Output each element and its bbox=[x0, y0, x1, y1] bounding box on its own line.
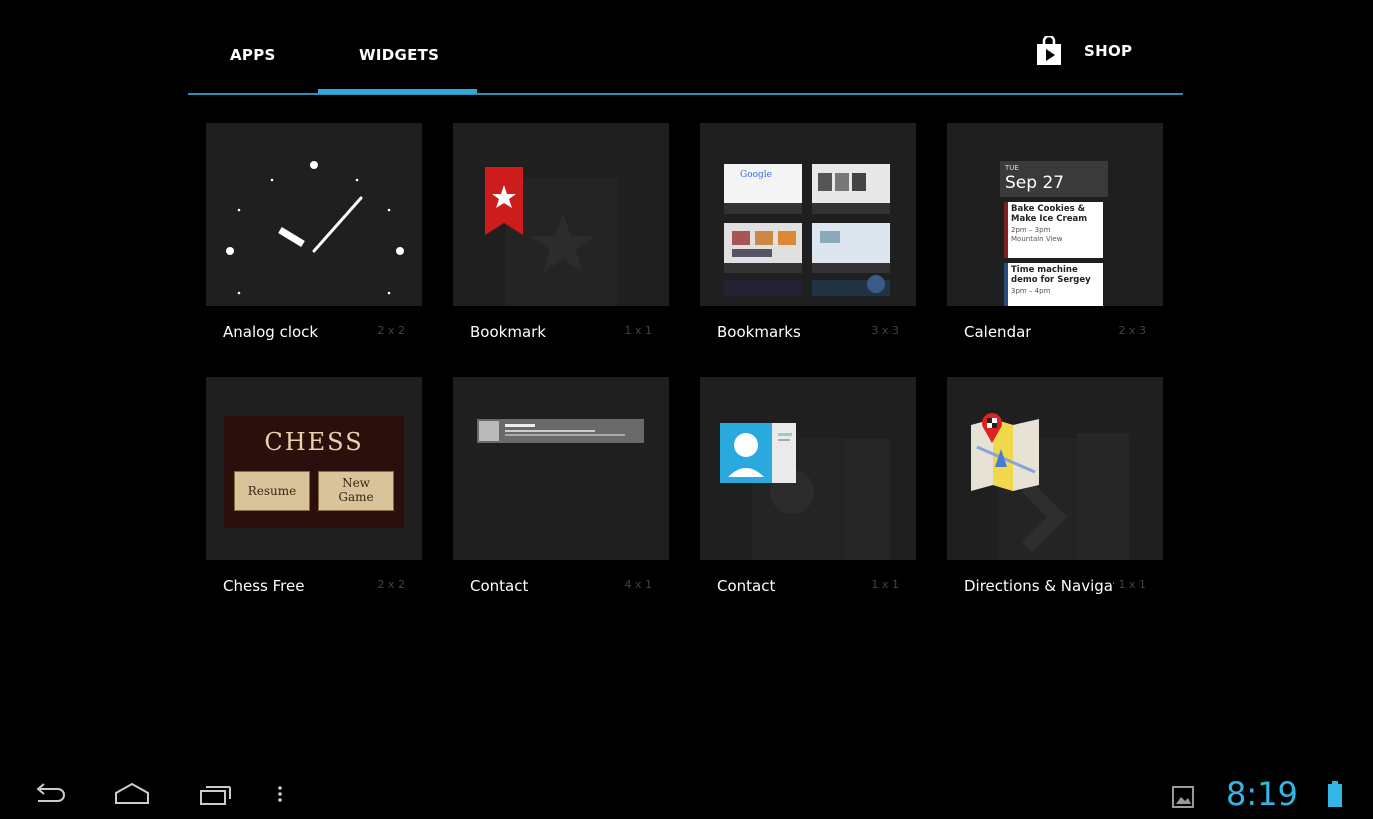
widget-directions-navigation[interactable]: Directions & Navigation 1 x 1 bbox=[947, 377, 1163, 614]
calendar-header: TUE Sep 27 bbox=[1000, 161, 1108, 197]
calendar-date: Sep 27 bbox=[1005, 173, 1065, 193]
contact-card-icon bbox=[720, 423, 890, 560]
chess-title: CHESS bbox=[264, 428, 364, 456]
widget-contact-4x1[interactable]: Contact 4 x 1 bbox=[453, 377, 669, 614]
widget-size: 1 x 1 bbox=[624, 324, 653, 337]
widget-size: 2 x 3 bbox=[1118, 324, 1147, 337]
widget-preview bbox=[947, 377, 1163, 560]
widget-drawer: APPS WIDGETS SHOP Analog clock 2 x 2 Boo… bbox=[0, 0, 1373, 819]
recent-apps-icon[interactable] bbox=[196, 780, 236, 810]
shop-bag-icon bbox=[1037, 36, 1061, 65]
widget-preview bbox=[206, 123, 422, 306]
chess-resume-button: Resume bbox=[234, 471, 310, 511]
widget-size: 2 x 2 bbox=[377, 324, 406, 337]
widget-preview bbox=[453, 377, 669, 560]
widget-size: 2 x 2 bbox=[377, 578, 406, 591]
widget-contact-1x1[interactable]: Contact 1 x 1 bbox=[700, 377, 916, 614]
widget-name: Analog clock bbox=[223, 323, 319, 341]
calendar-event-2: Time machine demo for Sergey 3pm – 4pm bbox=[1004, 263, 1103, 306]
chess-widget: CHESS Resume New Game bbox=[224, 416, 404, 528]
widget-preview: Google bbox=[700, 123, 916, 306]
event-title: Bake Cookies & Make Ice Cream bbox=[1011, 204, 1088, 224]
event-time: 2pm – 3pm bbox=[1011, 226, 1051, 234]
gallery-notification-icon[interactable] bbox=[1172, 786, 1194, 808]
widget-name: Bookmarks bbox=[717, 323, 801, 341]
chess-new-game-button: New Game bbox=[318, 471, 394, 511]
calendar-event-1: Bake Cookies & Make Ice Cream 2pm – 3pm … bbox=[1004, 202, 1103, 258]
event-place: Mountain View bbox=[1011, 235, 1063, 243]
chess-new-label: New bbox=[342, 476, 370, 490]
shop-label: SHOP bbox=[1084, 42, 1133, 60]
tab-widgets[interactable]: WIDGETS bbox=[359, 46, 439, 64]
widget-analog-clock[interactable]: Analog clock 2 x 2 bbox=[206, 123, 422, 360]
analog-clock-icon bbox=[226, 161, 404, 295]
widget-preview bbox=[700, 377, 916, 560]
contact-strip-icon bbox=[477, 419, 644, 443]
widget-size: 1 x 1 bbox=[1118, 578, 1147, 591]
widget-preview: CHESS Resume New Game bbox=[206, 377, 422, 560]
chess-game-label: Game bbox=[338, 490, 374, 504]
widget-size: 1 x 1 bbox=[871, 578, 900, 591]
widget-preview: TUE Sep 27 Bake Cookies & Make Ice Cream… bbox=[947, 123, 1163, 306]
widget-name: Bookmark bbox=[470, 323, 546, 341]
chess-resume-label: Resume bbox=[247, 484, 297, 498]
widget-chess-free[interactable]: CHESS Resume New Game Chess Free 2 x 2 bbox=[206, 377, 422, 614]
back-icon[interactable] bbox=[30, 780, 70, 810]
bookmark-icon bbox=[485, 167, 617, 306]
calendar-weekday: TUE bbox=[1005, 164, 1019, 172]
event-title: Time machine demo for Sergey bbox=[1011, 265, 1091, 285]
shop-button[interactable]: SHOP bbox=[1036, 36, 1132, 66]
tab-selected-indicator bbox=[318, 89, 477, 94]
widget-name: Calendar bbox=[964, 323, 1032, 341]
status-clock[interactable]: 8:19 bbox=[1226, 775, 1298, 813]
home-icon[interactable] bbox=[112, 780, 152, 810]
widget-preview bbox=[453, 123, 669, 306]
bookmarks-thumbnails-icon bbox=[724, 164, 890, 296]
widget-bookmark[interactable]: Bookmark 1 x 1 bbox=[453, 123, 669, 360]
maps-icon bbox=[971, 413, 1129, 560]
tab-apps[interactable]: APPS bbox=[230, 46, 276, 64]
event-time: 3pm – 4pm bbox=[1011, 287, 1051, 295]
widget-name: Directions & Navigation bbox=[964, 577, 1114, 595]
widget-name: Contact bbox=[470, 577, 529, 595]
google-logo-text: Google bbox=[740, 170, 772, 180]
widget-name: Chess Free bbox=[223, 577, 305, 595]
widget-name: Contact bbox=[717, 577, 776, 595]
widget-bookmarks[interactable]: Google Bookmarks 3 x 3 bbox=[700, 123, 916, 360]
widget-size: 4 x 1 bbox=[624, 578, 653, 591]
battery-icon[interactable] bbox=[1327, 780, 1343, 808]
widget-calendar[interactable]: TUE Sep 27 Bake Cookies & Make Ice Cream… bbox=[947, 123, 1163, 360]
widget-size: 3 x 3 bbox=[871, 324, 900, 337]
menu-icon[interactable] bbox=[270, 780, 290, 810]
